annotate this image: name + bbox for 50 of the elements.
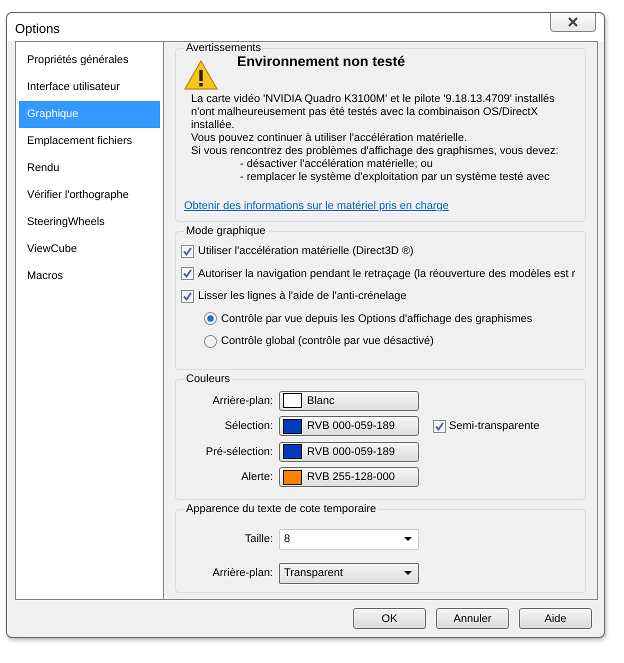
radio-button[interactable]	[204, 334, 217, 348]
warning-text: Vous pouvez continuer à utiliser l'accélération matérielle.	[191, 132, 468, 145]
window-title: Options	[15, 20, 60, 36]
sidebar-item[interactable]: Vérifier l'orthographe	[19, 182, 160, 209]
field-label: Arrière-plan:	[211, 394, 274, 407]
close-icon	[567, 16, 579, 26]
dialog-button[interactable]: Annuler	[436, 608, 509, 629]
dialog-button[interactable]: OK	[353, 608, 426, 629]
checkbox[interactable]	[433, 420, 446, 433]
field-label: Pré-sélection:	[204, 446, 274, 458]
color-button[interactable]: RVB 255-128-000	[279, 467, 419, 488]
warning-icon	[184, 59, 218, 91]
sidebar-item[interactable]: Interface utilisateur	[19, 74, 160, 101]
warning-text: La carte vidéo 'NVIDIA Quadro K3100M' et le pilote '9.18.13.4709' installés n'ont malheureusement pas été testés avec la combinaison OS/DirectX installée.	[191, 93, 556, 132]
checkbox[interactable]	[181, 290, 194, 303]
sidebar-item[interactable]: Macros	[19, 263, 160, 290]
color-button[interactable]: Blanc	[279, 390, 419, 411]
radio-button[interactable]	[204, 312, 217, 326]
close-button[interactable]	[550, 12, 596, 32]
warning-text: - remplacer le système d'exploitation par un système testé avec	[239, 171, 551, 184]
dropdown-field[interactable]: 8	[279, 528, 419, 550]
color-button[interactable]: RVB 000-059-189	[279, 442, 419, 462]
group-legend: Mode graphique	[184, 224, 268, 238]
radio-label: Contrôle global (contrôle par vue désactivé)	[221, 335, 434, 348]
sidebar-item[interactable]: Rendu	[19, 155, 160, 182]
sidebar-item[interactable]: SteeringWheels	[19, 209, 160, 236]
sidebar-item[interactable]: ViewCube	[19, 236, 160, 263]
dropdown-arrow-icon	[404, 537, 412, 541]
checkbox-label: Autoriser la navigation pendant le retraçage (la réouverture des modèles est r	[198, 268, 576, 280]
sidebar-item[interactable]: Propriétés générales	[19, 47, 160, 74]
warning-text: Si vous rencontrez des problèmes d'affichage des graphismes, vous devez:	[191, 145, 560, 158]
checkbox-label: Utiliser l'accélération matérielle (Direct3D ®)	[198, 245, 414, 258]
checkbox-label: Lisser les lignes à l'aide de l'anti-crénelage	[198, 290, 406, 302]
info-link[interactable]: Obtenir des informations sur le matériel pris en charge	[184, 200, 449, 212]
group-legend: Apparence du texte de cote temporaire	[184, 502, 378, 516]
checkbox[interactable]	[181, 267, 194, 280]
field-label: Arrière-plan:	[211, 567, 274, 579]
field-label: Alerte:	[240, 471, 274, 484]
warning-heading: Environnement non testé	[237, 53, 406, 69]
radio-label: Contrôle par vue depuis les Options d'affichage des graphismes	[221, 312, 532, 325]
dropdown-field[interactable]: Transparent	[279, 562, 419, 584]
sidebar-item[interactable]: Emplacement fichiers	[19, 128, 160, 155]
checkbox-label: Semi-transparente	[449, 420, 540, 432]
dialog-button[interactable]: Aide	[519, 608, 592, 629]
dropdown-arrow-icon	[404, 571, 412, 575]
field-label: Taille:	[244, 533, 274, 545]
field-label: Sélection:	[224, 420, 274, 432]
color-button[interactable]: RVB 000-059-189	[279, 416, 419, 436]
checkbox[interactable]	[181, 244, 194, 258]
warning-text: - désactiver l'accélération matérielle; ou	[239, 158, 434, 171]
